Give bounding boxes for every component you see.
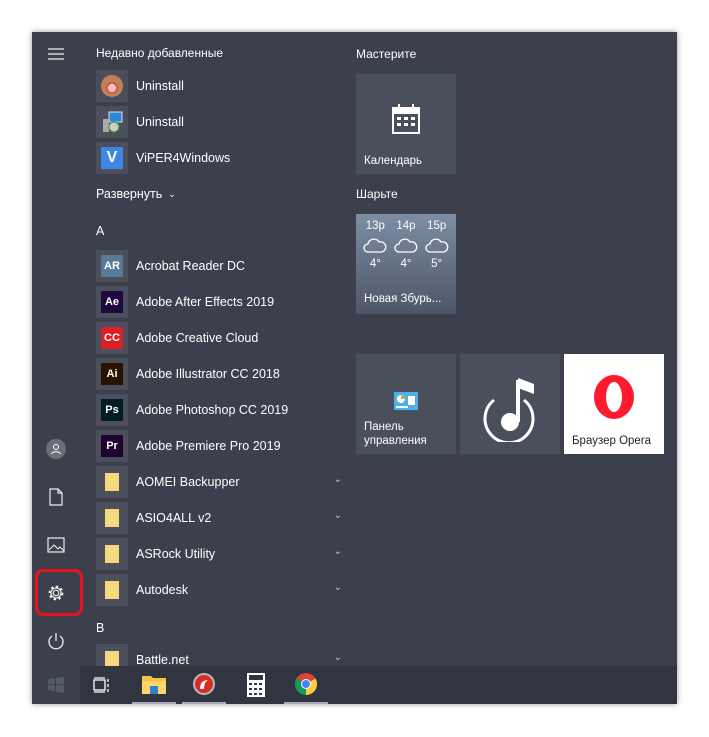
expand-button[interactable]: Развернуть ⌄ [96, 178, 336, 210]
app-list-item[interactable]: Ai Adobe Illustrator CC 2018 [96, 358, 336, 390]
letter-a-header[interactable]: A [96, 215, 336, 247]
weather-hour: 15р 5° [425, 220, 449, 270]
app-icon: AR [96, 250, 128, 282]
app-list-item[interactable]: Ae Adobe After Effects 2019 [96, 286, 336, 318]
tile-opera[interactable]: Браузер Opera [564, 354, 664, 454]
app-uninstall-2[interactable]: Uninstall [96, 106, 336, 138]
chevron-down-icon: ⌄ [333, 546, 342, 557]
tile-group-1-header: Мастерите [356, 47, 417, 61]
letter-b-header[interactable]: B [96, 612, 336, 644]
uninstall-icon [96, 70, 128, 102]
letter-a: A [96, 224, 105, 238]
weather-time: 15р [427, 220, 447, 232]
folder-icon [96, 466, 128, 498]
chevron-down-icon: ⌄ [333, 510, 342, 521]
calculator-icon[interactable] [234, 666, 278, 704]
installer-icon [96, 106, 128, 138]
app-label: Adobe Illustrator CC 2018 [136, 367, 280, 381]
app-icon: Ps [96, 394, 128, 426]
power-icon[interactable] [32, 621, 80, 661]
tile-calendar[interactable]: Календарь [356, 74, 456, 174]
cloud-icon [425, 238, 448, 253]
document-icon[interactable] [32, 477, 80, 517]
app-list-item[interactable]: Pr Adobe Premiere Pro 2019 [96, 430, 336, 462]
app-list-item[interactable]: Ps Adobe Photoshop CC 2019 [96, 394, 336, 426]
expand-label: Развернуть [96, 187, 163, 201]
app-icon: Pr [96, 430, 128, 462]
chevron-down-icon: ⌄ [168, 188, 176, 199]
file-explorer-icon[interactable] [132, 666, 176, 704]
app-label: AOMEI Backupper [136, 475, 240, 489]
app-viper4windows[interactable]: V ViPER4Windows [96, 142, 336, 174]
app-label: ViPER4Windows [136, 151, 231, 165]
recent-header: Недавно добавленные [96, 46, 224, 60]
task-view-icon[interactable] [80, 666, 124, 704]
tile-music[interactable] [460, 354, 560, 454]
weather-temp: 4° [369, 258, 381, 270]
pictures-icon[interactable] [32, 525, 80, 565]
app-list-item[interactable]: ASIO4ALL v2 ⌄ [96, 502, 342, 534]
app-icon: Ae [96, 286, 128, 318]
weather-temp: 4° [400, 258, 412, 270]
user-icon[interactable] [32, 429, 80, 469]
chevron-down-icon: ⌄ [333, 582, 342, 593]
app-label: ASRock Utility [136, 547, 216, 561]
cloud-icon [394, 238, 418, 253]
control-panel-icon [394, 392, 418, 410]
tile-label: Календарь [364, 155, 423, 167]
tile-weather[interactable]: 13р 4° 14р 4° 15р 5° Новая Збурь... [356, 214, 456, 314]
settings-highlight [35, 569, 83, 616]
chevron-down-icon: ⌄ [333, 652, 342, 663]
opera-icon [594, 375, 634, 419]
app-list-item[interactable]: Autodesk ⌄ [96, 574, 342, 606]
cloud-icon [363, 238, 387, 253]
app-red-icon[interactable] [182, 666, 226, 704]
windows-icon[interactable] [32, 666, 80, 704]
tile-label: Панель управления [364, 421, 427, 447]
tile-group-2-header: Шарьте [356, 187, 398, 201]
hamburger-icon[interactable] [32, 34, 80, 74]
start-menu: Недавно добавленные Uninstall Uninstall … [32, 32, 677, 704]
weather-temp: 5° [431, 258, 443, 270]
app-label: Autodesk [136, 583, 189, 597]
app-uninstall-1[interactable]: Uninstall [96, 70, 336, 102]
app-icon: Ai [96, 358, 128, 390]
weather-time: 13р [365, 220, 385, 232]
music-note-icon [483, 378, 535, 442]
chevron-down-icon: ⌄ [333, 474, 342, 485]
app-list-item[interactable]: AR Acrobat Reader DC [96, 250, 336, 282]
weather-time: 14р [396, 220, 416, 232]
tile-label: Браузер Opera [572, 435, 652, 447]
folder-icon [96, 538, 128, 570]
app-list-item[interactable]: CC Adobe Creative Cloud [96, 322, 336, 354]
viper-icon: V [96, 142, 128, 174]
letter-b: B [96, 621, 105, 635]
app-label: Uninstall [136, 115, 184, 129]
folder-icon [96, 574, 128, 606]
tile-control-panel[interactable]: Панель управления [356, 354, 456, 454]
weather-hour: 13р 4° [363, 220, 387, 270]
app-label: Adobe After Effects 2019 [136, 295, 275, 309]
taskbar [80, 666, 677, 704]
app-label: Uninstall [136, 79, 184, 93]
calendar-icon [392, 104, 420, 134]
app-list-item[interactable]: AOMEI Backupper ⌄ [96, 466, 342, 498]
chrome-icon[interactable] [284, 666, 328, 704]
weather-location: Новая Збурь... [364, 293, 442, 305]
app-label: ASIO4ALL v2 [136, 511, 212, 525]
app-label: Battle.net [136, 653, 189, 667]
app-label: Acrobat Reader DC [136, 259, 246, 273]
app-label: Adobe Photoshop CC 2019 [136, 403, 289, 417]
folder-icon [96, 502, 128, 534]
app-label: Adobe Premiere Pro 2019 [136, 439, 281, 453]
app-icon: CC [96, 322, 128, 354]
weather-hour: 14р 4° [394, 220, 418, 270]
app-label: Adobe Creative Cloud [136, 331, 259, 345]
app-list-item[interactable]: ASRock Utility ⌄ [96, 538, 342, 570]
